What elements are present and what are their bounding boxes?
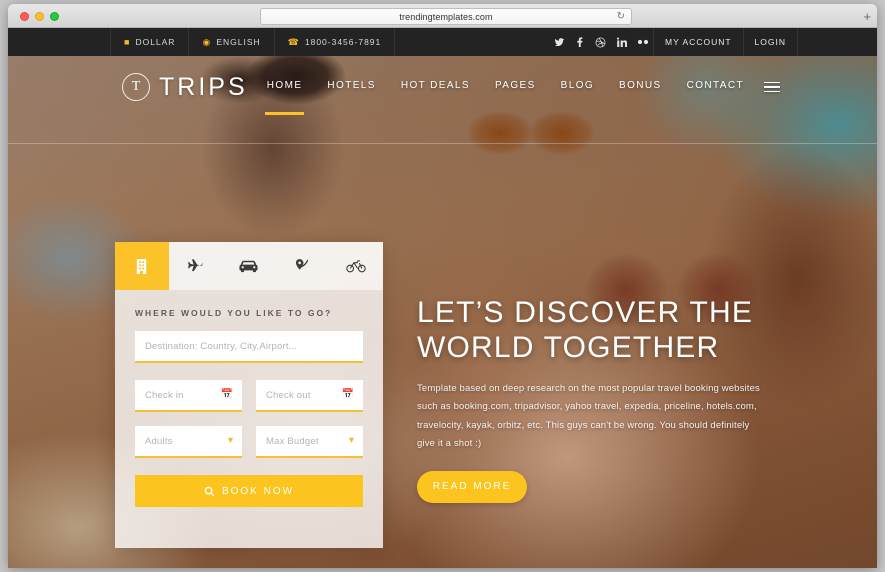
hero-title-line-2: WORLD TOGETHER [417,330,720,364]
site-header: T TRIPS HOME HOTELS HOT DEALS PAGES BLOG… [8,56,877,118]
nav-item-hotels[interactable]: HOTELS [327,80,375,94]
hero-paragraph: Template based on deep research on the m… [417,382,760,450]
nav-item-pages[interactable]: PAGES [495,80,536,94]
facebook-icon[interactable] [569,28,590,56]
nav-item-bonus[interactable]: BONUS [619,80,662,94]
language-selector[interactable]: ◉ ENGLISH [188,28,273,56]
reload-icon[interactable]: ↻ [617,11,625,22]
read-more-button[interactable]: READ MORE [417,470,527,503]
twitter-icon[interactable] [548,28,569,56]
nav-item-home[interactable]: HOME [264,80,304,115]
header-divider [8,143,877,144]
hamburger-bar [764,86,780,88]
flickr-icon[interactable] [632,28,653,56]
close-window-button[interactable] [20,12,29,21]
book-now-button[interactable]: BOOK NOW [135,475,363,507]
logo-circle-icon: T [122,73,150,101]
chevron-down-icon[interactable]: ▾ [349,436,354,446]
budget-select[interactable]: Max Budget ▾ [256,426,363,458]
tab-hotels[interactable] [115,242,169,290]
destination-input[interactable]: Destination: Country, City,Airport... [135,331,363,363]
hero-title: LET’S DISCOVER THE WORLD TOGETHER [417,296,787,366]
hotel-icon [137,258,147,274]
phone-label: 1800-3456-7891 [304,37,382,47]
nav-item-blog[interactable]: BLOG [561,80,594,94]
chevron-down-icon[interactable]: ▾ [228,436,233,446]
date-field-row: Check in 📅 Check out 📅 [135,380,363,426]
hamburger-menu-icon[interactable] [764,81,780,93]
checkout-placeholder: Check out [266,389,311,401]
new-tab-button[interactable]: + [863,10,871,23]
search-icon [204,486,215,496]
booking-form: WHERE WOULD YOU LIKE TO GO? Destination:… [115,290,383,472]
page-viewport: ■ DOLLAR ◉ ENGLISH ☎ 1800-3456-7891 MY A… [8,28,877,568]
hero-title-line-1: LET’S DISCOVER THE [417,296,754,329]
book-now-label: BOOK NOW [221,485,295,497]
globe-icon: ◉ [202,36,212,47]
form-heading: WHERE WOULD YOU LIKE TO GO? [135,308,333,318]
window-controls[interactable] [20,12,59,21]
site-logo[interactable]: T TRIPS [122,73,248,102]
address-bar-url: trendingtemplates.com [399,11,493,22]
destination-placeholder: Destination: Country, City,Airport... [145,340,298,352]
calendar-icon[interactable]: 📅 [342,390,354,400]
dribbble-icon[interactable] [590,28,611,56]
tab-tours[interactable] [276,242,330,290]
hamburger-bar [764,81,780,84]
top-utility-bar: ■ DOLLAR ◉ ENGLISH ☎ 1800-3456-7891 MY A… [8,28,877,56]
checkout-input[interactable]: Check out 📅 [256,380,363,412]
wallet-icon: ■ [124,36,131,47]
adults-select[interactable]: Adults ▾ [135,426,242,458]
phone-icon: ☎ [287,36,300,47]
read-more-label: READ MORE [432,481,512,493]
bicycle-icon [346,260,366,273]
adults-placeholder: Adults [145,435,173,447]
options-field-row: Adults ▾ Max Budget ▾ [135,426,363,472]
my-account-link[interactable]: MY ACCOUNT [653,28,743,56]
airplane-icon [188,258,203,271]
currency-label: DOLLAR [135,37,176,47]
tab-bikes[interactable] [329,242,383,290]
tab-flights[interactable] [169,242,223,290]
topbar-left-group: ■ DOLLAR ◉ ENGLISH ☎ 1800-3456-7891 [110,28,396,56]
linkedin-icon[interactable] [611,28,632,56]
calendar-icon[interactable]: 📅 [221,390,233,400]
topbar-right-group: MY ACCOUNT LOGIN [548,28,798,56]
maximize-window-button[interactable] [50,12,59,21]
main-navigation: HOME HOTELS HOT DEALS PAGES BLOG BONUS C… [264,80,756,115]
map-pin-icon [295,258,308,270]
checkin-placeholder: Check in [145,389,184,401]
nav-item-contact[interactable]: CONTACT [687,80,744,94]
logo-wordmark: TRIPS [159,72,248,101]
hamburger-bar [764,90,780,93]
booking-category-tabs [115,242,383,290]
car-icon [239,260,259,273]
address-bar[interactable]: trendingtemplates.com ↻ [260,8,632,25]
minimize-window-button[interactable] [35,12,44,21]
booking-search-panel: WHERE WOULD YOU LIKE TO GO? Destination:… [115,242,383,548]
nav-item-hot-deals[interactable]: HOT DEALS [401,80,470,94]
browser-titlebar: trendingtemplates.com ↻ + [8,4,877,28]
tab-cars[interactable] [222,242,276,290]
currency-selector[interactable]: ■ DOLLAR [110,28,188,56]
checkin-input[interactable]: Check in 📅 [135,380,242,412]
hero-copy: LET’S DISCOVER THE WORLD TOGETHER Templa… [417,296,787,503]
language-label: ENGLISH [216,37,261,47]
browser-window: trendingtemplates.com ↻ + ■ DOLLAR ◉ ENG… [8,4,877,568]
budget-placeholder: Max Budget [266,435,319,447]
login-link[interactable]: LOGIN [742,28,798,56]
phone-number[interactable]: ☎ 1800-3456-7891 [273,28,396,56]
